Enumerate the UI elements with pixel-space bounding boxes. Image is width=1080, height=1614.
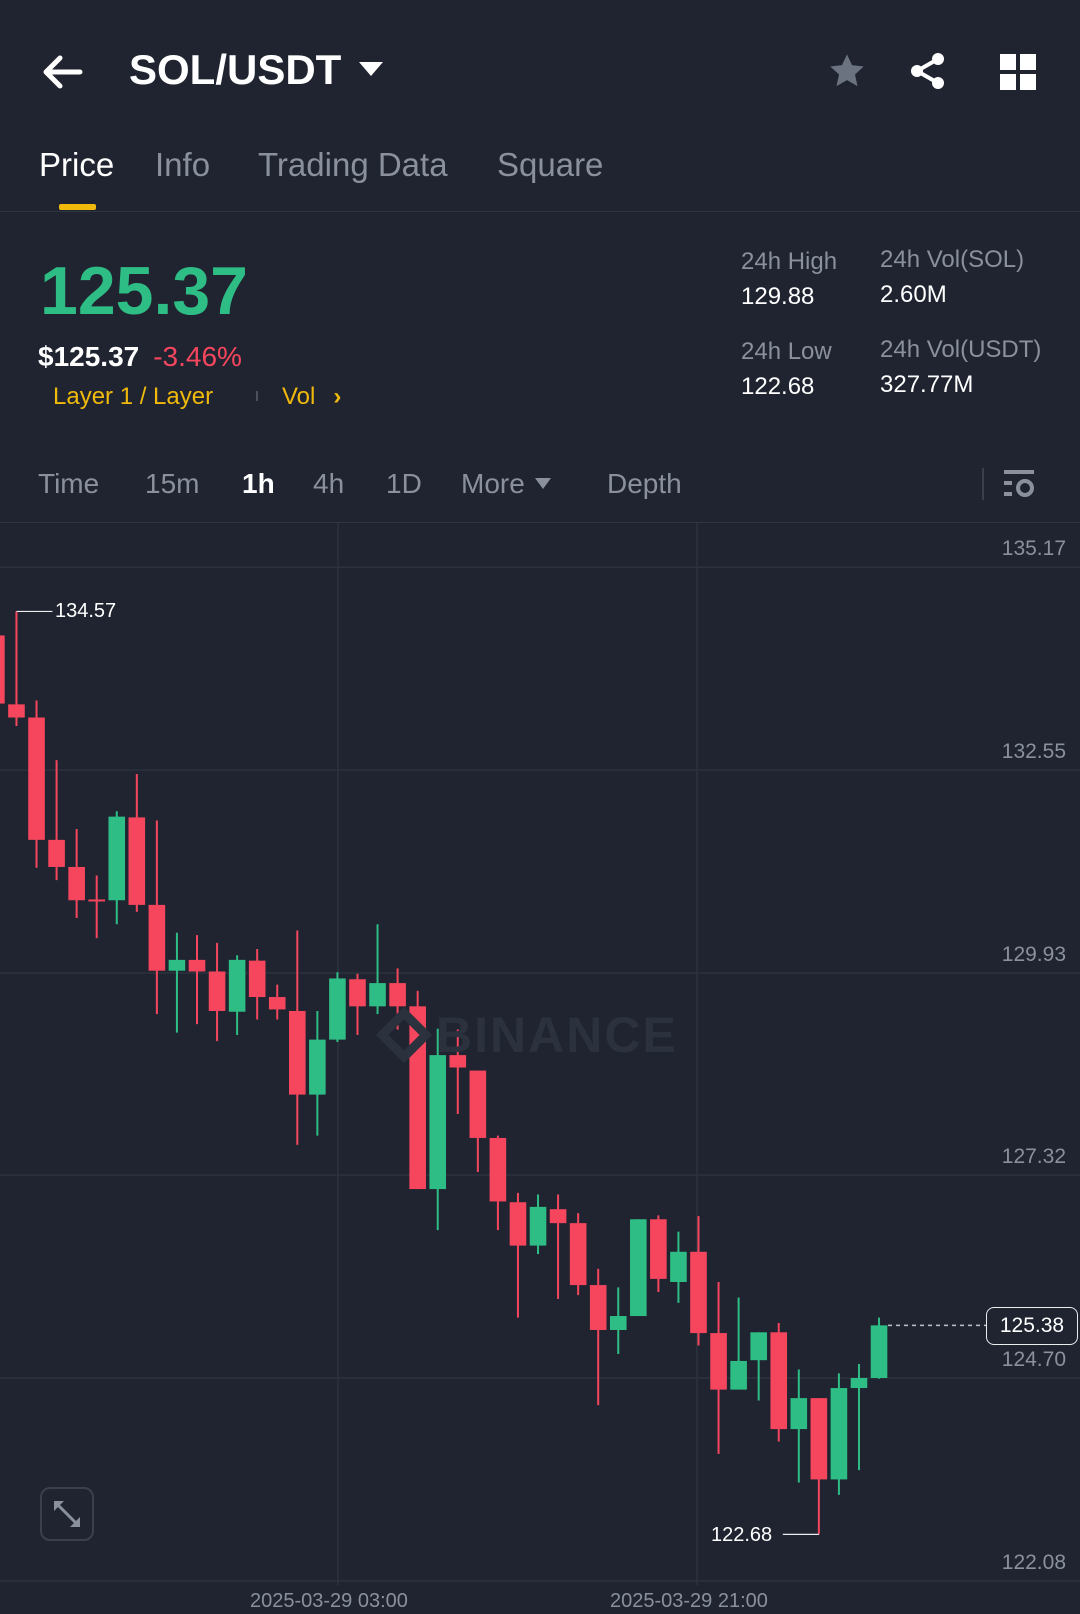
y-tick-label: 129.93: [1001, 943, 1066, 967]
candle-down: [549, 1209, 567, 1224]
candle-down: [68, 866, 85, 901]
candle-down: [389, 983, 406, 1007]
candle-down: [509, 1202, 527, 1246]
candle-down: [88, 899, 105, 902]
candle-up: [609, 1316, 627, 1330]
y-tick-label: 124.70: [1001, 1347, 1066, 1371]
candle-down: [188, 959, 206, 972]
candle-down: [0, 635, 5, 704]
high-marker-label: 134.57: [55, 600, 117, 622]
candle-up: [730, 1360, 747, 1390]
x-tick-label: 2025-03-29 03:00: [250, 1590, 408, 1612]
candle-down: [710, 1333, 727, 1390]
candle-down: [569, 1223, 587, 1286]
candlestick-chart[interactable]: [0, 0, 1080, 1614]
candle-up: [750, 1332, 767, 1361]
candle-up: [108, 816, 126, 901]
candle-up: [790, 1398, 808, 1430]
watermark: BINANCE: [375, 1006, 678, 1064]
candle-down: [489, 1137, 507, 1202]
fullscreen-button[interactable]: [40, 1487, 94, 1541]
candle-up: [329, 978, 346, 1040]
candle-up: [228, 959, 246, 1012]
candle-down: [128, 817, 146, 905]
candle-down: [8, 704, 25, 718]
candle-up: [168, 959, 186, 971]
candle-up: [830, 1388, 848, 1480]
low-marker-label: 122.68: [711, 1524, 773, 1546]
candle-down: [289, 1010, 306, 1095]
candle-down: [589, 1285, 607, 1330]
candle-up: [850, 1377, 868, 1389]
candle-down: [48, 839, 65, 867]
candle-up: [309, 1039, 326, 1095]
candle-up: [529, 1206, 547, 1246]
candle-down: [148, 904, 166, 971]
candle-down: [248, 960, 266, 998]
candle-up: [429, 1055, 447, 1190]
y-tick-label: 135.17: [1001, 537, 1066, 561]
candle-down: [469, 1070, 487, 1138]
candle-down: [690, 1251, 707, 1334]
candle-down: [28, 717, 45, 840]
candle-down: [268, 997, 286, 1010]
y-tick-label: 127.32: [1001, 1145, 1066, 1169]
current-price-tag: 125.38: [986, 1307, 1078, 1345]
candle-up: [670, 1251, 687, 1282]
x-tick-label: 2025-03-29 21:00: [610, 1590, 768, 1612]
candle-up: [870, 1325, 888, 1378]
candle-up: [630, 1219, 647, 1317]
binance-logo-icon: [375, 1006, 433, 1064]
candle-down: [810, 1398, 828, 1480]
candle-down: [349, 979, 366, 1007]
y-tick-label: 132.55: [1001, 740, 1066, 764]
candle-up: [369, 983, 386, 1007]
candle-down: [650, 1219, 667, 1279]
watermark-text: BINANCE: [436, 1007, 678, 1063]
candle-down: [208, 971, 226, 1011]
y-tick-label: 122.08: [1001, 1550, 1066, 1574]
expand-icon: [54, 1501, 80, 1527]
candle-down: [770, 1332, 788, 1430]
